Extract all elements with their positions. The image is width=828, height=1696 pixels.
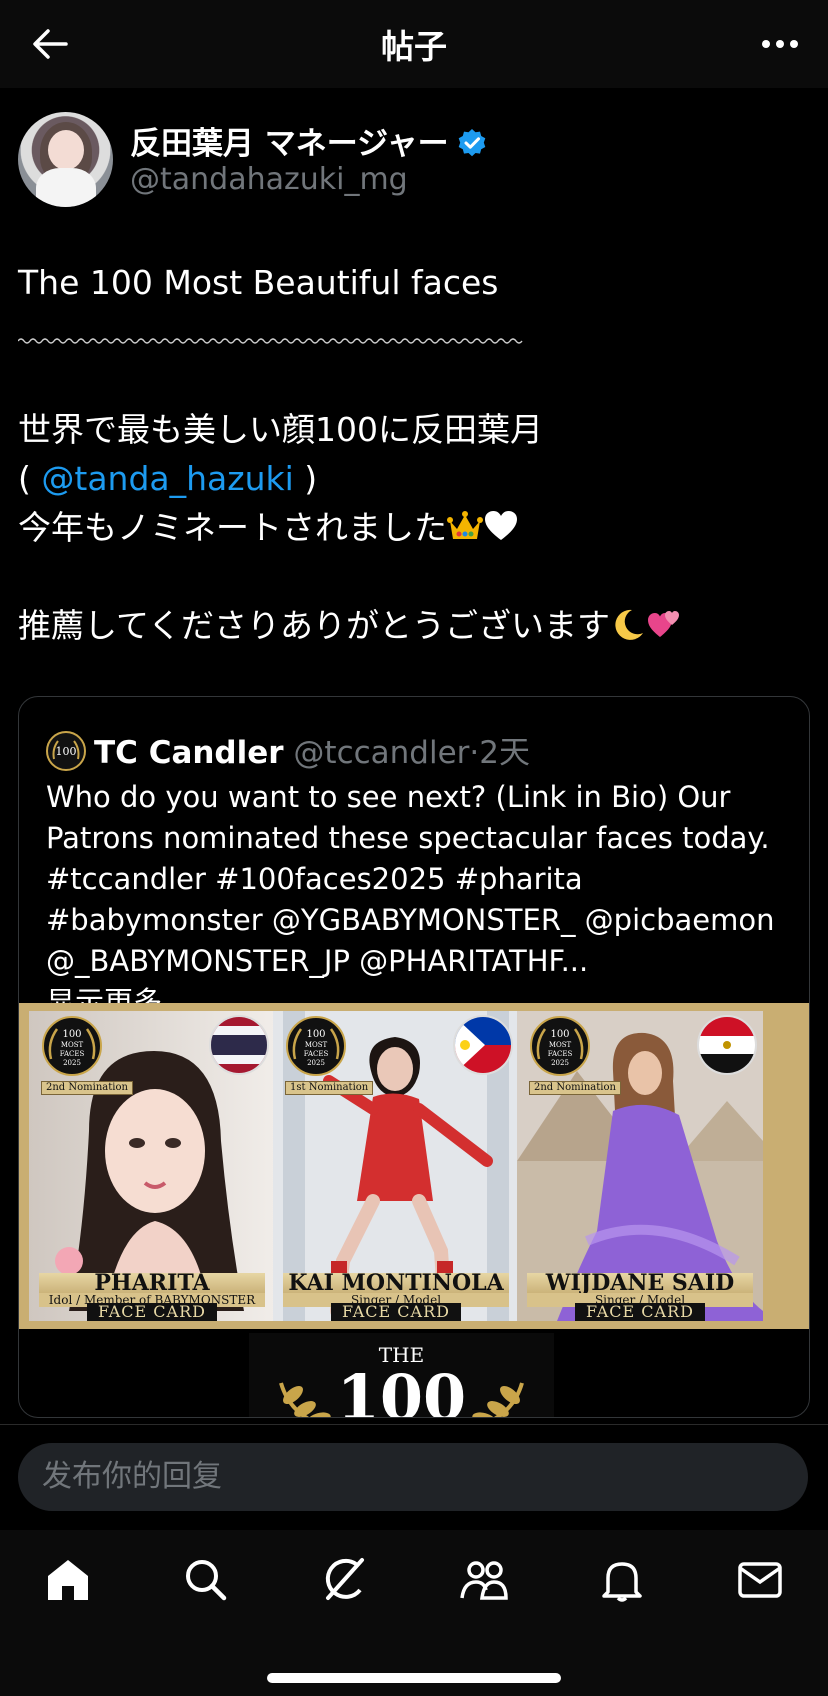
quoted-text-last: @_BABYMONSTER_JP @PHARITATHF... (46, 944, 589, 978)
separator-dot: · (469, 735, 480, 771)
face-card-label: FACE CARD (331, 1303, 461, 1321)
two-hearts-emoji-icon (648, 611, 680, 637)
svg-text:MOST: MOST (549, 1041, 572, 1049)
laurel-left-icon (279, 1382, 331, 1417)
quoted-author-handle[interactable]: @tccandler (293, 735, 469, 771)
svg-text:100: 100 (62, 1029, 81, 1040)
post-line-text: 今年もノミネートされました (18, 508, 447, 547)
svg-text:FACES: FACES (548, 1050, 573, 1058)
quoted-media[interactable]: 100 MOST FACES 2025 2nd Nomination PHARI… (19, 1003, 809, 1329)
bottom-tab-bar (0, 1530, 828, 1696)
mention-link[interactable]: @tanda_hazuki (41, 459, 293, 498)
svg-text:MOST: MOST (305, 1041, 328, 1049)
avatar[interactable] (18, 112, 113, 207)
search-icon[interactable] (178, 1552, 234, 1608)
face-card-label: FACE CARD (87, 1303, 217, 1321)
thailand-flag-icon (209, 1015, 269, 1075)
quoted-post-text: Who do you want to see next? (Link in Bi… (46, 777, 806, 1023)
quoted-post-time: 2天 (479, 735, 531, 771)
quoted-text-line: #babymonster @YGBABYMONSTER_ @picbaemon (46, 903, 775, 937)
quoted-text-line: #tccandler #100faces2025 #pharita (46, 862, 583, 896)
face-card-pharita[interactable]: 100 MOST FACES 2025 2nd Nomination PHARI… (29, 1011, 275, 1321)
quoted-post[interactable]: 100 TC Candler @tccandler·2天 Who do you … (18, 696, 810, 1418)
the-100-banner: THE 100 (249, 1333, 554, 1417)
heart-emoji-icon (485, 511, 517, 540)
face-card-label: FACE CARD (575, 1303, 705, 1321)
nomination-label: 1st Nomination (285, 1081, 374, 1095)
wavy-divider (18, 338, 523, 344)
post-line: 推薦してくださりありがとうございます (18, 601, 808, 650)
page-title: 帖子 (381, 27, 447, 66)
svg-text:FACES: FACES (60, 1050, 85, 1058)
notifications-icon[interactable] (594, 1552, 650, 1608)
post-line: The 100 Most Beautiful faces (18, 263, 499, 302)
more-horizontal-icon[interactable] (758, 24, 802, 64)
svg-text:100: 100 (306, 1029, 325, 1040)
laurel-right-icon (472, 1382, 524, 1417)
svg-text:MOST: MOST (61, 1041, 84, 1049)
author-handle[interactable]: @tandahazuki_mg (130, 162, 408, 197)
grok-icon[interactable] (316, 1552, 372, 1608)
nomination-label: 2nd Nomination (529, 1081, 621, 1095)
svg-text:100: 100 (56, 745, 77, 758)
svg-text:2025: 2025 (551, 1059, 569, 1067)
card-name: PHARITA (39, 1272, 265, 1294)
card-name: KAI MONTINOLA (283, 1272, 509, 1294)
philippines-flag-icon (453, 1015, 513, 1075)
messages-icon[interactable] (732, 1552, 788, 1608)
verified-badge-icon (458, 129, 485, 157)
crown-emoji-icon (447, 511, 483, 539)
svg-text:FACES: FACES (304, 1050, 329, 1058)
quoted-author-name[interactable]: TC Candler (94, 735, 284, 771)
award-badge-icon: 100 MOST FACES 2025 (530, 1016, 590, 1076)
award-badge-icon: 100 MOST FACES 2025 (42, 1016, 102, 1076)
author-name-text: 反田葉月 マネージャー (130, 126, 449, 162)
face-card-wijdane-said[interactable]: 100 MOST FACES 2025 2nd Nomination WIJDA… (517, 1011, 763, 1321)
top-bar: 帖子 (0, 0, 828, 88)
communities-icon[interactable] (456, 1552, 512, 1608)
home-icon[interactable] (40, 1552, 96, 1608)
reply-input[interactable]: 发布你的回复 (18, 1443, 808, 1511)
nomination-label: 2nd Nomination (41, 1081, 133, 1095)
post-line: ( @tanda_hazuki ) (18, 454, 808, 503)
card-name: WIJDANE SAID (527, 1272, 753, 1294)
post-line: 今年もノミネートされました (18, 503, 808, 552)
post-line-text: 推薦してくださりありがとうございます (18, 606, 611, 645)
author-name[interactable]: 反田葉月 マネージャー (130, 118, 487, 163)
post-line: 世界で最も美しい顔100に反田葉月 (18, 410, 543, 449)
svg-text:2025: 2025 (307, 1059, 325, 1067)
quoted-text-line: Patrons nominated these spectacular face… (46, 821, 770, 855)
home-indicator (267, 1673, 561, 1683)
svg-text:100: 100 (550, 1029, 569, 1040)
paren-close: ) (304, 459, 318, 498)
post-body: The 100 Most Beautiful faces 世界で最も美しい顔10… (18, 258, 808, 650)
face-card-kai-montinola[interactable]: 100 MOST FACES 2025 1st Nomination KAI M… (273, 1011, 519, 1321)
svg-text:2025: 2025 (63, 1059, 81, 1067)
quoted-text-line: Who do you want to see next? (Link in Bi… (46, 780, 731, 814)
post-author: 反田葉月 マネージャー @tandahazuki_mg (18, 112, 808, 208)
award-badge-icon: 100 MOST FACES 2025 (286, 1016, 346, 1076)
tccandler-logo-icon: 100 (46, 731, 86, 771)
crescent-moon-emoji-icon (615, 609, 644, 640)
arrow-left-icon[interactable] (28, 22, 72, 66)
egypt-flag-icon (697, 1015, 757, 1075)
paren-open: ( (18, 459, 31, 498)
reply-bar: 发布你的回复 (0, 1424, 828, 1531)
quoted-post-header: 100 TC Candler @tccandler·2天 (46, 727, 530, 771)
